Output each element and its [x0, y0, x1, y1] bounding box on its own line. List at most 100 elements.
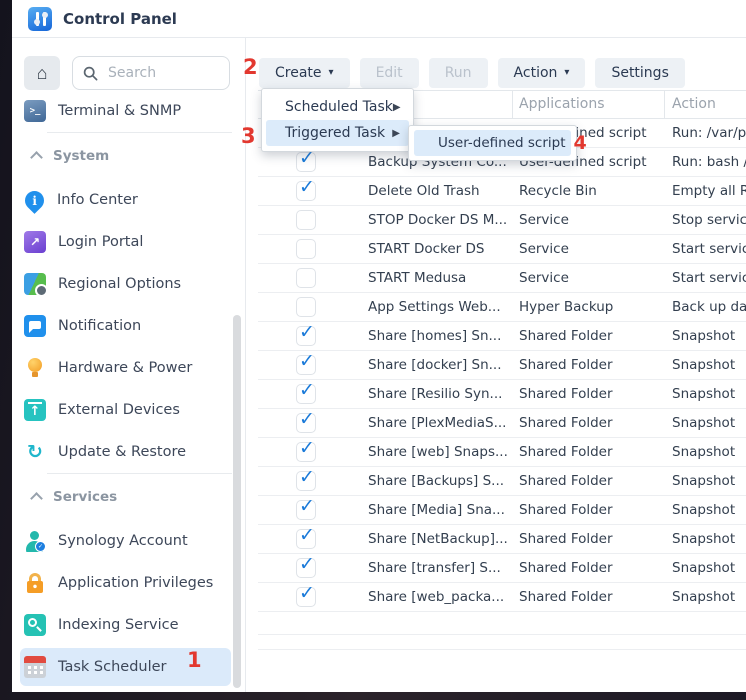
sidebar-item-label: External Devices: [58, 402, 180, 418]
sidebar-item[interactable]: Info Center: [12, 179, 245, 221]
row-checkbox[interactable]: [296, 326, 316, 346]
column-header-action[interactable]: Action: [672, 90, 716, 119]
table-row[interactable]: Share [transfer] S... Shared Folder Snap…: [246, 554, 746, 583]
table-row[interactable]: Share [NetBackup]... Shared Folder Snaps…: [246, 525, 746, 554]
table-row[interactable]: Delete Old Trash Recycle Bin Empty all R: [246, 177, 746, 206]
sidebar-item-label: System: [53, 148, 109, 164]
column-header-applications[interactable]: Applications: [519, 90, 605, 119]
application-cell: Shared Folder: [519, 467, 662, 496]
table-row[interactable]: Share [docker] Sn... Shared Folder Snaps…: [246, 351, 746, 380]
sidebar-item-label: Terminal & SNMP: [58, 103, 181, 119]
sidebar-item[interactable]: External Devices: [12, 389, 245, 431]
application-cell: Service: [519, 264, 662, 293]
chevron-up-icon: [30, 151, 43, 164]
table-row[interactable]: Share [Media] Sna... Shared Folder Snaps…: [246, 496, 746, 525]
row-checkbox[interactable]: [296, 529, 316, 549]
sidebar-item[interactable]: Login Portal: [12, 221, 245, 263]
control-panel-icon: [28, 7, 52, 31]
menu-item[interactable]: Scheduled Task ▶: [266, 94, 409, 120]
task-name-cell: Share [docker] Sn...: [368, 351, 510, 380]
sidebar-item-label: Info Center: [57, 192, 138, 208]
table-row[interactable]: Share [web] Snaps... Shared Folder Snaps…: [246, 438, 746, 467]
table-row[interactable]: START Medusa Service Start servic: [246, 264, 746, 293]
application-cell: Shared Folder: [519, 351, 662, 380]
sidebar: ⌂ Terminal & SNMP: [12, 38, 246, 692]
sidebar-item-label: Task Scheduler: [58, 659, 167, 675]
action-cell: Snapshot: [672, 467, 746, 496]
task-scheduler-icon: [24, 656, 46, 678]
sidebar-item[interactable]: Services: [12, 474, 245, 520]
table-row[interactable]: Share [web_packa... Shared Folder Snapsh…: [246, 583, 746, 612]
task-name-cell: START Docker DS: [368, 235, 510, 264]
search-input[interactable]: [106, 64, 219, 82]
home-button[interactable]: ⌂: [24, 56, 60, 90]
row-checkbox[interactable]: [296, 181, 316, 201]
row-checkbox[interactable]: [296, 558, 316, 578]
sidebar-item[interactable]: Hardware & Power: [12, 347, 245, 389]
task-name-cell: Share [transfer] S...: [368, 554, 510, 583]
submenu-item-label: User-defined script: [438, 135, 566, 151]
sidebar-item[interactable]: Task Scheduler: [12, 646, 245, 688]
menu-item[interactable]: Triggered Task ▶: [266, 120, 409, 146]
table-row[interactable]: App Settings Web... Hyper Backup Back up…: [246, 293, 746, 322]
sidebar-top: ⌂: [12, 38, 245, 90]
row-checkbox[interactable]: [296, 471, 316, 491]
table-row[interactable]: Share [PlexMediaS... Shared Folder Snaps…: [246, 409, 746, 438]
application-cell: Service: [519, 206, 662, 235]
row-checkbox[interactable]: [296, 413, 316, 433]
application-cell: Shared Folder: [519, 525, 662, 554]
sidebar-item[interactable]: Terminal & SNMP: [12, 90, 245, 132]
sidebar-item-label: Indexing Service: [58, 617, 179, 633]
table-row[interactable]: Share [Backups] S... Shared Folder Snaps…: [246, 467, 746, 496]
row-checkbox[interactable]: [296, 442, 316, 462]
application-cell: Shared Folder: [519, 322, 662, 351]
sidebar-item-label: Regional Options: [58, 276, 181, 292]
sidebar-item[interactable]: Notification: [12, 305, 245, 347]
task-name-cell: Share [homes] Sn...: [368, 322, 510, 351]
toolbar-button[interactable]: Create ▾: [259, 58, 350, 88]
submenu-item[interactable]: User-defined script 4: [414, 130, 571, 156]
indexing-service-icon: [24, 614, 46, 636]
sidebar-item[interactable]: Synology Account: [12, 520, 245, 562]
toolbar-button[interactable]: Settings: [595, 58, 684, 88]
sidebar-item[interactable]: Application Privileges: [12, 562, 245, 604]
action-cell: Snapshot: [672, 583, 746, 612]
notification-icon: [24, 315, 46, 337]
toolbar-button[interactable]: Edit: [360, 58, 419, 88]
row-checkbox[interactable]: [296, 268, 316, 288]
callout-4: 4: [574, 134, 587, 153]
row-checkbox[interactable]: [296, 239, 316, 259]
action-cell: Run: /var/p: [672, 119, 746, 148]
control-panel-window: Control Panel ⌂ Terminal & SNMP: [12, 0, 746, 692]
sidebar-item[interactable]: Regional Options: [12, 263, 245, 305]
sidebar-item[interactable]: System: [12, 133, 245, 179]
table-footer-line: [258, 649, 746, 650]
search-box[interactable]: [72, 56, 230, 90]
row-checkbox[interactable]: [296, 152, 316, 172]
toolbar-button-label: Run: [445, 65, 472, 81]
callout-3: 3: [241, 126, 256, 147]
toolbar-button[interactable]: Run: [429, 58, 488, 88]
action-cell: Start servic: [672, 264, 746, 293]
action-cell: Run: bash /: [672, 148, 746, 177]
row-checkbox[interactable]: [296, 355, 316, 375]
toolbar-button-label: Edit: [376, 65, 403, 81]
sidebar-item[interactable]: Update & Restore: [12, 431, 245, 473]
table-row[interactable]: STOP Docker DS M... Service Stop servic: [246, 206, 746, 235]
row-checkbox[interactable]: [296, 210, 316, 230]
row-checkbox[interactable]: [296, 384, 316, 404]
row-checkbox[interactable]: [296, 500, 316, 520]
table-row[interactable]: Share [Resilio Syn... Shared Folder Snap…: [246, 380, 746, 409]
toolbar-button[interactable]: Action ▾: [498, 58, 586, 88]
hardware-power-icon: [24, 357, 46, 379]
menu-item-label: Scheduled Task: [285, 99, 393, 115]
task-name-cell: App Settings Web...: [368, 293, 510, 322]
table-row[interactable]: Share [homes] Sn... Shared Folder Snapsh…: [246, 322, 746, 351]
row-checkbox[interactable]: [296, 587, 316, 607]
sidebar-item[interactable]: Indexing Service: [12, 604, 245, 646]
chevron-up-icon: [30, 492, 43, 505]
sidebar-scrollbar-thumb[interactable]: [233, 315, 241, 688]
task-name-cell: Share [Media] Sna...: [368, 496, 510, 525]
table-row[interactable]: START Docker DS Service Start servic: [246, 235, 746, 264]
row-checkbox[interactable]: [296, 297, 316, 317]
